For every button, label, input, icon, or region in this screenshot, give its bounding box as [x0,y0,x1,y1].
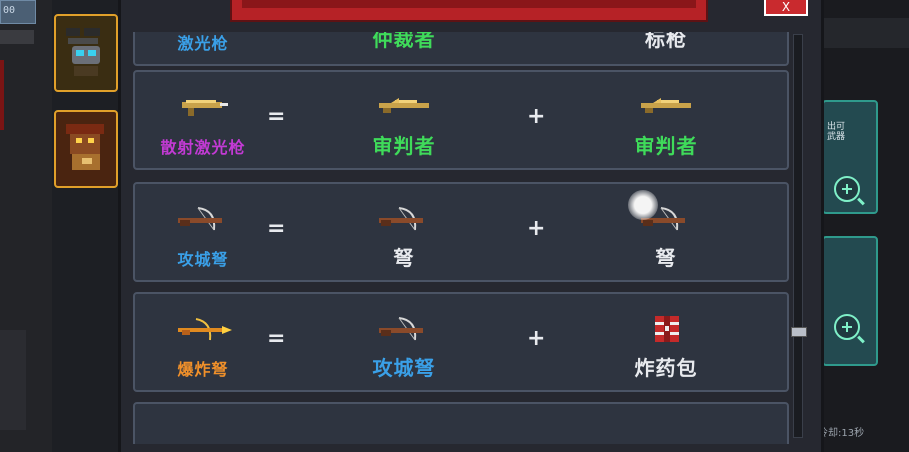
ingredient-b-name: 炸药包 [634,356,698,380]
recipe-scrollbar[interactable] [791,34,807,438]
siege-crossbow-icon [178,207,222,231]
recipe-ingredient-a[interactable]: 弩 [349,184,459,280]
right-card-character[interactable] [822,236,878,366]
magnifier-zoom-icon[interactable] [834,314,860,340]
plus-sign: + [527,326,546,351]
dynamite-pack-icon [655,316,679,342]
result-name: 攻城弩 [177,250,229,269]
recipe-ingredient-b[interactable]: 标枪 [611,32,721,64]
plus-sign: + [527,104,546,129]
recipe-result[interactable]: 爆炸弩 [141,294,265,390]
character-slot-robot[interactable] [54,14,118,92]
recipe-ingredient-a[interactable]: 审判者 [349,72,459,168]
plus-sign: + [527,216,546,241]
scatter-laser-gun-icon [182,100,228,116]
recipe-row: 激光枪 仲裁者 标枪 [133,32,789,66]
recipe-ingredient-a[interactable]: 仲裁者 [349,32,459,64]
magnifier-zoom-icon[interactable] [834,176,860,202]
recipe-row: 攻城弩 = 弩 + 弩 [133,182,789,282]
robot-character-icon [66,28,100,76]
result-name: 散射激光枪 [160,138,246,157]
background-block [0,330,26,430]
dialog-title-bar [230,0,708,22]
recipe-result[interactable]: 激光枪 [141,32,265,64]
touch-cursor [628,190,658,220]
recipe-row: 散射激光枪 = 审判者 + 审判者 [133,70,789,170]
siege-crossbow-icon [379,317,423,341]
cooldown-timer: 冷却:13秒 [818,428,865,439]
background-red-mark [0,60,4,130]
ingredient-a-name: 弩 [393,246,415,270]
ingredient-b-name: 弩 [655,246,677,270]
top-left-tab[interactable]: 00 [0,0,36,24]
crossbow-icon [379,207,423,231]
ingredient-b-name: 标枪 [645,32,687,51]
background-right-panel: 出可武器 [818,0,909,452]
character-slot-berserker[interactable] [54,110,118,188]
judge-gun-icon [379,98,429,113]
recipe-result[interactable]: 攻城弩 [141,184,265,280]
equals-sign: = [267,326,286,351]
recipe-row [133,402,789,444]
recipe-row: 爆炸弩 = 攻城弩 + 炸药包 [133,292,789,392]
explosive-crossbow-icon [178,318,232,341]
recipe-result[interactable]: 散射激光枪 [141,72,265,168]
equals-sign: = [267,104,286,129]
ingredient-a-name: 攻城弩 [372,356,436,380]
recipe-ingredient-a[interactable]: 攻城弩 [349,294,459,390]
close-button[interactable]: X [764,0,808,16]
right-card-weapon[interactable]: 出可武器 [822,100,878,214]
result-name: 激光枪 [177,34,229,53]
recipe-ingredient-b[interactable]: 审判者 [611,72,721,168]
recipe-ingredient-b[interactable]: 炸药包 [611,294,721,390]
background-left-panel: 00 [0,0,52,452]
scrollbar-thumb[interactable] [791,327,807,337]
recipe-list: 激光枪 仲裁者 标枪 散射激光枪 = 审判者 + 审判者 攻城弩 = 弩 + 弩… [133,32,791,444]
equals-sign: = [267,216,286,241]
ingredient-b-name: 审判者 [634,134,698,158]
recipe-ingredient-b[interactable]: 弩 [611,184,721,280]
ingredient-a-name: 审判者 [372,134,436,158]
background-top-bar [818,18,909,48]
result-name: 爆炸弩 [177,360,229,379]
ingredient-a-name: 仲裁者 [372,32,436,51]
judge-gun-icon [641,98,691,113]
berserker-character-icon [66,124,104,170]
background-stripe [0,30,34,44]
